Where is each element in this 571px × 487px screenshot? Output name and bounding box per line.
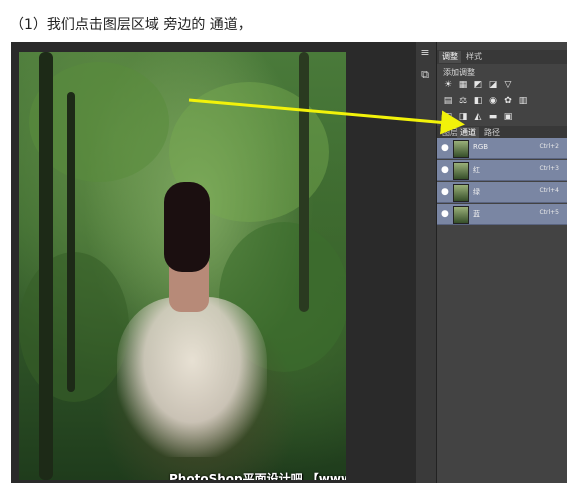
channel-shortcut: Ctrl+3: [539, 165, 559, 172]
vibrance-icon[interactable]: ▽: [503, 80, 513, 90]
threshold-icon[interactable]: ◭: [473, 112, 483, 122]
channel-mixer-icon[interactable]: ✿: [503, 96, 513, 106]
channel-thumbnail: [453, 206, 469, 224]
channel-name: 红: [473, 166, 480, 174]
channels-tabs: 图层 通道 路径: [437, 126, 567, 139]
panel-collapse-icon[interactable]: ≡: [418, 46, 432, 60]
photo-filter-icon[interactable]: ◉: [488, 96, 498, 106]
eye-icon[interactable]: ●: [441, 143, 449, 153]
channel-row-blue[interactable]: ● 蓝 Ctrl+5: [437, 204, 567, 225]
curves-icon[interactable]: ◩: [473, 80, 483, 90]
exposure-icon[interactable]: ◪: [488, 80, 498, 90]
black-white-icon[interactable]: ◧: [473, 96, 483, 106]
channel-name: 绿: [473, 188, 480, 196]
posterize-icon[interactable]: ◨: [458, 112, 468, 122]
right-panel: 调整 样式 添加调整 ☀ ▦ ◩ ◪ ▽ ▤ ⚖ ◧ ◉ ✿ ▥ ◫ ◨ ◭ ▬…: [436, 42, 567, 483]
gradient-map-icon[interactable]: ▬: [488, 112, 498, 122]
channel-shortcut: Ctrl+4: [539, 187, 559, 194]
watermark-text: PhotoShop平面设计吧 【www.linecg.com/tieba/178…: [169, 472, 346, 480]
hue-saturation-icon[interactable]: ▤: [443, 96, 453, 106]
tab-adjustments[interactable]: 调整: [439, 51, 461, 63]
panel-toolstrip: ≡ ⧉: [416, 42, 436, 483]
channel-shortcut: Ctrl+2: [539, 143, 559, 150]
brightness-icon[interactable]: ☀: [443, 80, 453, 90]
instruction-caption: （1）我们点击图层区域 旁边的 通道，: [10, 17, 252, 33]
channel-thumbnail: [453, 162, 469, 180]
color-balance-icon[interactable]: ⚖: [458, 96, 468, 106]
channel-row-rgb[interactable]: ● RGB Ctrl+2: [437, 138, 567, 159]
channel-row-green[interactable]: ● 绿 Ctrl+4: [437, 182, 567, 203]
channel-row-red[interactable]: ● 红 Ctrl+3: [437, 160, 567, 181]
eye-icon[interactable]: ●: [441, 165, 449, 175]
channel-name: 蓝: [473, 210, 480, 218]
eye-icon[interactable]: ●: [441, 187, 449, 197]
history-icon[interactable]: ⧉: [418, 68, 432, 82]
dress: [117, 297, 267, 457]
invert-icon[interactable]: ◫: [443, 112, 453, 122]
channel-name: RGB: [473, 143, 489, 151]
selective-color-icon[interactable]: ▣: [503, 112, 513, 122]
forest-photo: PhotoShop平面设计吧 【www.linecg.com/tieba/178…: [19, 52, 346, 480]
color-lookup-icon[interactable]: ▥: [518, 96, 528, 106]
channel-thumbnail: [453, 184, 469, 202]
adjustments-tabs: 调整 样式: [437, 50, 567, 64]
channel-shortcut: Ctrl+5: [539, 209, 559, 216]
add-adjustment-label: 添加调整: [443, 68, 475, 77]
tab-styles[interactable]: 样式: [463, 51, 485, 63]
figure-hair: [164, 182, 210, 272]
photoshop-screenshot: PhotoShop平面设计吧 【www.linecg.com/tieba/178…: [11, 42, 567, 483]
eye-icon[interactable]: ●: [441, 209, 449, 219]
levels-icon[interactable]: ▦: [458, 80, 468, 90]
channel-thumbnail: [453, 140, 469, 158]
channels-list: ● RGB Ctrl+2 ● 红 Ctrl+3 ● 绿 Ctrl+4 ● 蓝 C…: [437, 138, 567, 226]
